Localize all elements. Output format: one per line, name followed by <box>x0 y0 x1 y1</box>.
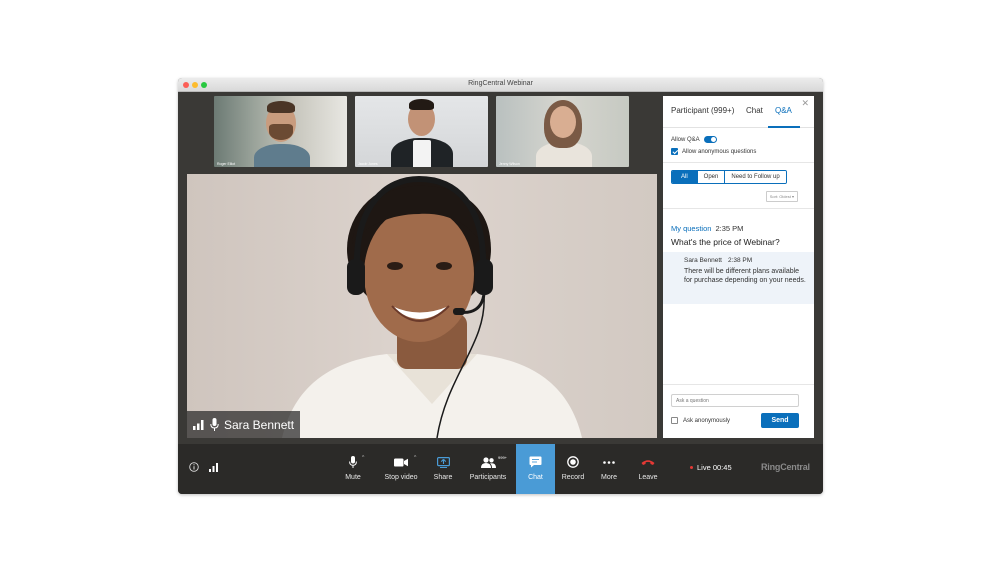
chevron-up-icon[interactable]: ^ <box>362 455 364 461</box>
allow-anonymous-checkbox[interactable] <box>671 148 678 155</box>
stop-video-button[interactable]: ^ Stop video <box>381 444 421 494</box>
speaker-image <box>187 174 657 438</box>
record-icon <box>567 456 579 468</box>
answer-time: 2:38 PM <box>727 257 753 264</box>
participants-icon <box>480 456 496 468</box>
speaker-name-tag: Sara Bennett <box>187 411 300 438</box>
record-label: Record <box>561 474 585 481</box>
question-text: What's the price of Webinar? <box>671 237 780 247</box>
answer-text: There will be different plans available … <box>684 268 806 284</box>
allow-qa-label: Allow Q&A <box>671 136 700 143</box>
more-dots-icon <box>603 460 615 464</box>
divider <box>663 208 814 209</box>
more-label: More <box>601 474 617 481</box>
speaker-name: Sara Bennett <box>224 417 295 432</box>
tab-qa[interactable]: Q&A <box>775 106 792 115</box>
answer-author: Sara Bennett <box>684 257 722 264</box>
mute-button[interactable]: ^ Mute <box>338 444 368 494</box>
panel-tabs: Participant (999+) Chat Q&A ✕ <box>663 96 814 128</box>
app-window: RingCentral Webinar Roger Elliot Jacob J… <box>178 78 823 494</box>
live-timer: Live 00:45 <box>697 463 732 472</box>
allow-anonymous-label: Allow anonymous questions <box>682 148 757 155</box>
close-icon[interactable]: ✕ <box>801 98 809 109</box>
participants-button[interactable]: 999+ Participants <box>466 444 510 494</box>
tab-chat[interactable]: Chat <box>746 106 763 115</box>
send-button[interactable]: Send <box>761 413 799 428</box>
answer-meta: Sara Bennett 2:38 PM <box>684 257 752 264</box>
chat-button[interactable]: Chat <box>516 444 555 494</box>
thumbnail-name: Jacob Jones <box>358 162 378 166</box>
microphone-icon <box>210 418 219 431</box>
ask-anonymously-checkbox[interactable] <box>671 417 678 424</box>
participant-thumbnail[interactable]: Jacob Jones <box>355 96 488 167</box>
record-button[interactable]: Record <box>558 444 588 494</box>
stop-video-label: Stop video <box>384 474 418 481</box>
window-title: RingCentral Webinar <box>468 80 533 87</box>
allow-qa-toggle[interactable] <box>703 136 717 143</box>
allow-qa-row: Allow Q&A <box>671 136 717 143</box>
filter-need-follow-up[interactable]: Need to Follow up <box>725 171 786 183</box>
chevron-up-icon[interactable]: ^ <box>414 455 416 461</box>
live-dot-icon <box>690 466 693 469</box>
signal-icon <box>193 419 204 430</box>
leave-button[interactable]: Leave <box>634 444 662 494</box>
participants-count-badge: 999+ <box>498 455 508 460</box>
participants-label: Participants <box>469 474 507 481</box>
ask-question-input[interactable] <box>671 394 799 407</box>
more-button[interactable]: More <box>596 444 622 494</box>
hang-up-phone-icon <box>641 459 655 465</box>
filter-group: All Open Need to Follow up <box>671 170 787 184</box>
main-speaker-video[interactable]: Sara Bennett <box>187 174 657 438</box>
tab-participants[interactable]: Participant (999+) <box>671 106 734 115</box>
mute-label: Mute <box>345 474 361 481</box>
leave-label: Leave <box>638 474 658 481</box>
thumbnail-name: Roger Elliot <box>217 162 236 166</box>
participant-thumbnail[interactable]: Jenny Wilson <box>496 96 629 167</box>
meeting-toolbar: ^ Mute ^ Stop video Share 999+ Participa… <box>178 444 823 494</box>
ask-anonymously-row: Ask anonymously <box>671 417 730 424</box>
filter-open[interactable]: Open <box>697 171 726 183</box>
live-status: Live 00:45 <box>690 463 732 472</box>
sort-label: Sort: Oldest <box>769 194 791 199</box>
microphone-icon <box>349 456 357 468</box>
chat-bubble-icon <box>529 456 542 468</box>
chat-label: Chat <box>528 474 543 481</box>
brand-logo: RingCentral <box>761 462 810 472</box>
filter-all[interactable]: All <box>672 171 698 183</box>
question-time: 2:35 PM <box>715 224 744 233</box>
participant-thumbnail[interactable]: Roger Elliot <box>214 96 347 167</box>
active-tab-indicator <box>768 126 800 128</box>
ask-anonymously-label: Ask anonymously <box>683 417 731 424</box>
allow-anonymous-row: Allow anonymous questions <box>671 148 756 155</box>
qa-panel: Participant (999+) Chat Q&A ✕ Allow Q&A … <box>663 96 814 438</box>
question-meta: My question 2:35 PM <box>671 224 743 233</box>
video-area: Roger Elliot Jacob Jones Jenny Wilson Sa… <box>178 92 662 444</box>
share-button[interactable]: Share <box>430 444 456 494</box>
sort-dropdown[interactable]: Sort: Oldest ▾ <box>765 191 798 202</box>
network-signal-icon[interactable] <box>209 463 219 472</box>
divider <box>663 162 814 163</box>
answer-card: Sara Bennett 2:38 PM There will be differ… <box>663 252 814 304</box>
video-camera-icon <box>394 458 408 466</box>
divider <box>663 384 814 385</box>
share-screen-icon <box>436 456 450 468</box>
title-bar: RingCentral Webinar <box>178 78 823 92</box>
question-author: My question <box>671 224 712 233</box>
info-icon[interactable] <box>189 462 199 472</box>
share-label: Share <box>433 474 453 481</box>
thumbnail-name: Jenny Wilson <box>499 162 520 166</box>
